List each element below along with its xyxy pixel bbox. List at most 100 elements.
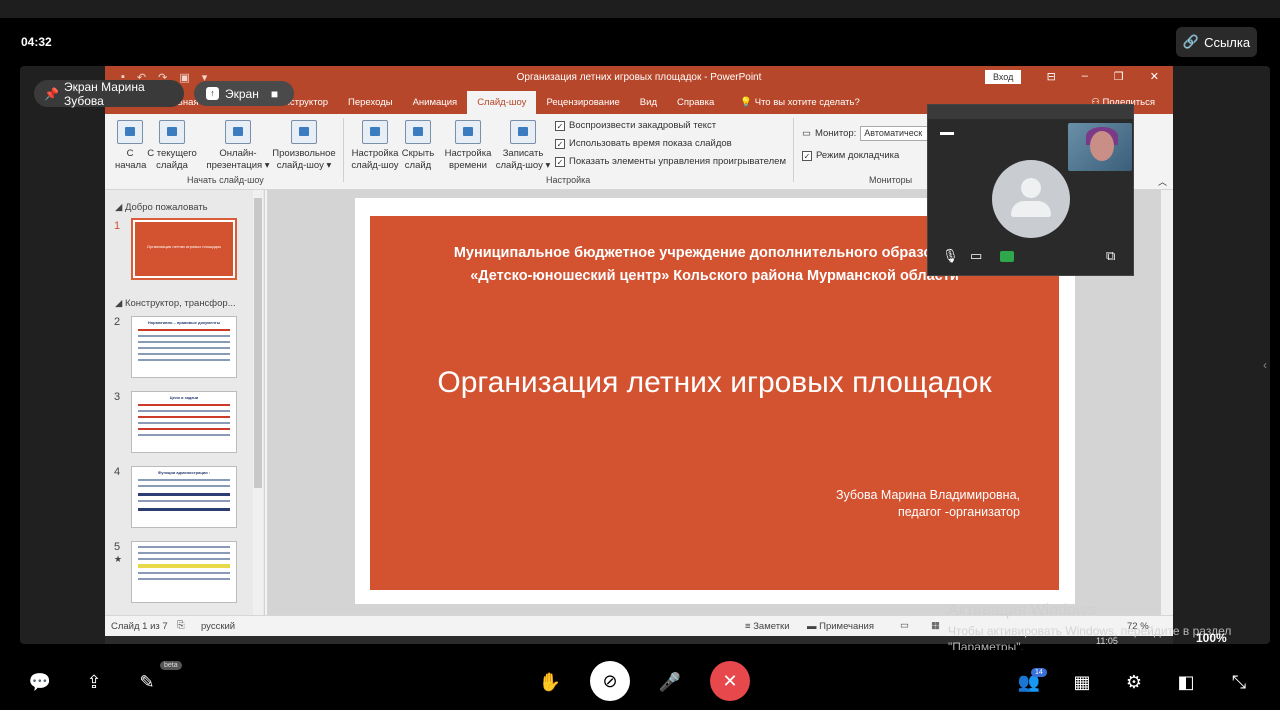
thumbnails-scrollbar[interactable] bbox=[253, 190, 263, 615]
thumb-line bbox=[138, 359, 230, 361]
chat-icon[interactable]: 💬 bbox=[28, 670, 52, 694]
transition-star-icon: ★ bbox=[114, 554, 123, 564]
beta-badge: beta bbox=[160, 661, 182, 670]
slide-thumb-5[interactable] bbox=[131, 541, 237, 603]
from-current-button[interactable]: С текущего слайда bbox=[145, 120, 199, 172]
from-beginning-button[interactable]: С начала bbox=[115, 120, 146, 172]
scroll-thumb[interactable] bbox=[254, 198, 262, 488]
picture-in-picture-icon[interactable]: ⧉ bbox=[1106, 248, 1115, 264]
settings-gear-icon[interactable]: ⚙ bbox=[1122, 670, 1146, 694]
layout-toggle-icon[interactable]: ◧ bbox=[1174, 670, 1198, 694]
hide-slide-icon bbox=[405, 120, 431, 144]
restore-icon[interactable]: ❐ bbox=[1114, 70, 1124, 83]
collapse-icon[interactable] bbox=[940, 132, 954, 135]
thumb-title: Цели и задачи bbox=[169, 395, 199, 400]
screen-share-active-icon[interactable] bbox=[1000, 251, 1014, 262]
presenter-view-checkbox[interactable]: ✓ Режим докладчика bbox=[802, 150, 899, 161]
exit-fullscreen-icon[interactable]: ⤡ bbox=[1227, 670, 1251, 694]
collapse-ribbon-icon[interactable]: ︿ bbox=[1158, 175, 1167, 188]
camera-off-button[interactable]: ⊘ bbox=[590, 661, 630, 701]
normal-view-icon[interactable]: ▭ bbox=[900, 620, 909, 631]
video-preview-panel[interactable]: 🎙 ▭ ⧉ bbox=[927, 104, 1134, 276]
ribbon-display-icon[interactable]: ⊟ bbox=[1047, 70, 1056, 83]
slide-thumb-1[interactable]: Организация летних игровых площадок bbox=[131, 218, 237, 280]
raise-hand-icon[interactable]: ✋ bbox=[538, 670, 562, 694]
present-online-button[interactable]: Онлайн- презентация ▾ bbox=[205, 120, 271, 172]
monitor-select[interactable]: ▭ Монитор: Автоматическ bbox=[802, 126, 931, 141]
minimize-icon[interactable]: – bbox=[1082, 70, 1088, 83]
section-label: Конструктор, трансфор... bbox=[124, 298, 236, 309]
hide-slide-button[interactable]: Скрыть слайд bbox=[401, 120, 435, 172]
play-narration-checkbox[interactable]: ✓ Воспроизвести закадровый текст bbox=[555, 120, 716, 131]
self-video-thumbnail[interactable] bbox=[1068, 123, 1132, 171]
screen-share-icon: ↑ bbox=[206, 87, 219, 100]
microphone-icon[interactable]: 🎙 bbox=[942, 248, 959, 264]
thumb-line bbox=[138, 329, 230, 331]
use-timings-checkbox[interactable]: ✓ Использовать время показа слайдов bbox=[555, 138, 732, 149]
tab-transitions[interactable]: Переходы bbox=[338, 97, 403, 114]
globe-icon bbox=[225, 120, 251, 144]
language[interactable]: русский bbox=[201, 621, 235, 632]
label: Воспроизвести закадровый текст bbox=[569, 120, 717, 131]
section-design[interactable]: ◢ Конструктор, трансфор... bbox=[115, 298, 236, 309]
label: Произвольное bbox=[272, 148, 336, 159]
camera-icon[interactable]: ▭ bbox=[970, 248, 982, 264]
slide-thumb-3[interactable]: Цели и задачи bbox=[131, 391, 237, 453]
label: презентация ▾ bbox=[206, 160, 270, 171]
screen-share-pill[interactable]: ↑ Экран ■ bbox=[194, 81, 294, 106]
check-icon: ✓ bbox=[555, 156, 565, 167]
share-screen-icon[interactable]: ⇪ bbox=[82, 670, 106, 694]
slide-thumb-2[interactable]: Нормативно – правовые документы bbox=[131, 316, 237, 378]
slide-sorter-icon[interactable]: ▦ bbox=[931, 620, 940, 631]
pin-icon: 📌 bbox=[44, 86, 59, 101]
link-icon: 🔗 bbox=[1182, 34, 1200, 49]
record-show-button[interactable]: Записать слайд-шоу ▾ bbox=[495, 120, 551, 172]
author-name: Зубова Марина Владимировна, bbox=[835, 488, 1020, 502]
top-strip bbox=[0, 0, 1280, 18]
notes-button[interactable]: ≡ Заметки bbox=[745, 621, 790, 632]
video-camera-icon: ■ bbox=[270, 86, 279, 101]
tell-me-search[interactable]: 💡 Что вы хотите сделать? bbox=[724, 97, 870, 114]
editor-scrollbar[interactable] bbox=[1161, 190, 1173, 615]
pinned-participant-pill[interactable]: 📌 Экран Марина Зубова bbox=[34, 80, 184, 108]
slide-thumb-4[interactable]: Функции администрации : bbox=[131, 466, 237, 528]
slide-number: 4 bbox=[114, 466, 121, 478]
timer-icon bbox=[455, 120, 481, 144]
accessibility-icon[interactable]: ⎘ bbox=[177, 620, 185, 631]
custom-show-button[interactable]: Произвольное слайд-шоу ▾ bbox=[271, 120, 337, 172]
rehearse-timings-button[interactable]: Настройка времени bbox=[443, 120, 493, 172]
label: слайда bbox=[156, 160, 188, 171]
label: слайд-шоу ▾ bbox=[495, 160, 551, 171]
notes-label: Заметки bbox=[753, 621, 790, 632]
section-welcome[interactable]: ◢ Добро пожаловать bbox=[115, 202, 208, 213]
comments-button[interactable]: ▬ Примечания bbox=[807, 621, 874, 632]
thumb-title: Нормативно – правовые документы bbox=[147, 320, 221, 325]
tab-slideshow[interactable]: Слайд-шоу bbox=[467, 91, 537, 114]
avatar-placeholder-icon bbox=[992, 160, 1070, 238]
tab-view[interactable]: Вид bbox=[630, 97, 667, 114]
thumb-line bbox=[138, 552, 230, 554]
tab-review[interactable]: Рецензирование bbox=[536, 97, 629, 114]
tab-help[interactable]: Справка bbox=[667, 97, 724, 114]
copy-link-button[interactable]: 🔗 Ссылка bbox=[1176, 27, 1257, 57]
slide-title: Организация летних игровых площадок bbox=[437, 366, 992, 399]
label: слайд bbox=[404, 160, 432, 171]
monitor-value[interactable]: Автоматическ bbox=[860, 126, 931, 141]
grid-layout-icon[interactable]: ▦ bbox=[1070, 670, 1094, 694]
side-panel-toggle-icon[interactable]: ‹ bbox=[1263, 358, 1267, 372]
end-call-button[interactable]: ✕ bbox=[710, 661, 750, 701]
close-icon[interactable]: ✕ bbox=[1150, 70, 1159, 83]
microphone-toggle-icon[interactable]: 🎤 bbox=[658, 670, 682, 694]
signin-button[interactable]: Вход bbox=[985, 70, 1022, 84]
whiteboard-icon[interactable]: ✎ bbox=[135, 670, 159, 694]
thumb-title: Функции администрации : bbox=[157, 470, 211, 475]
thumb-line bbox=[138, 493, 230, 496]
show-controls-checkbox[interactable]: ✓ Показать элементы управления проигрыват… bbox=[555, 156, 786, 167]
thumb-line bbox=[138, 479, 230, 481]
thumb-line bbox=[138, 422, 230, 424]
label: Онлайн- bbox=[219, 148, 257, 159]
thumb-line bbox=[138, 558, 230, 560]
label: Режим докладчика bbox=[816, 150, 900, 161]
tab-animations[interactable]: Анимация bbox=[403, 97, 468, 114]
setup-show-button[interactable]: Настройка слайд-шоу bbox=[349, 120, 401, 172]
